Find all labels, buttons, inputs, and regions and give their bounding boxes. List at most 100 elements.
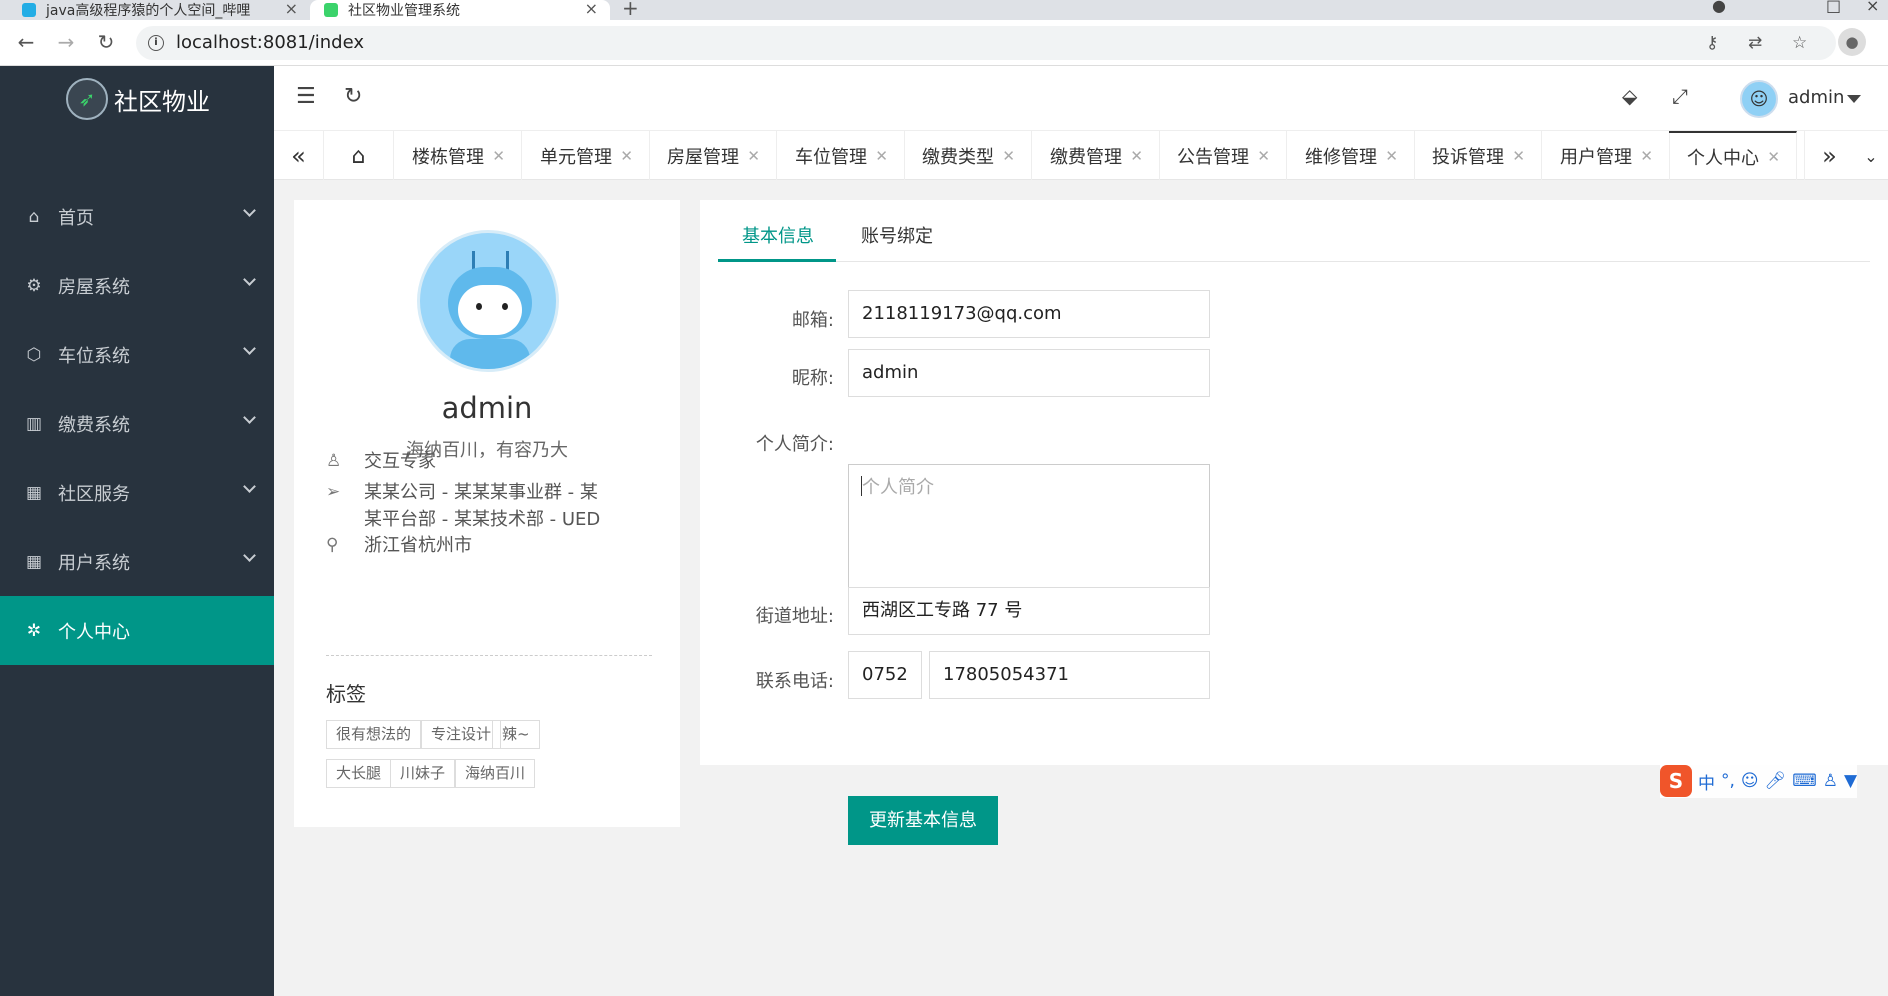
profile-role-row: ♙ 交互专家	[326, 448, 436, 475]
avatar-body	[450, 339, 530, 369]
sidebar-item-label: 个人中心	[58, 621, 130, 643]
main-content: admin 海纳百川，有容乃大 ♙ 交互专家 ➢ 某某公司 - 某某某事业群 -…	[274, 180, 1888, 996]
tab-complaint[interactable]: 投诉管理 ✕	[1414, 131, 1542, 181]
browser-tab[interactable]: java高级程序猿的个人空间_哔哩 ×	[14, 0, 310, 20]
address-field[interactable]: 西湖区工专路 77 号	[848, 587, 1210, 635]
browser-tab-active[interactable]: 社区物业管理系统 ×	[310, 0, 610, 20]
close-icon[interactable]: ✕	[492, 147, 505, 165]
close-icon[interactable]: ✕	[875, 147, 888, 165]
sidebar-item-service[interactable]: ▦ 社区服务	[0, 458, 274, 527]
keyboard-icon[interactable]: ⌨	[1792, 771, 1817, 791]
tab-repair[interactable]: 维修管理 ✕	[1287, 131, 1415, 181]
emoji-icon[interactable]: ☺	[1741, 771, 1759, 791]
profile-tag: 专注设计	[421, 720, 502, 749]
tabs-dropdown-icon[interactable]: ⌄	[1854, 131, 1888, 181]
email-label: 邮箱:	[791, 310, 834, 331]
key-icon[interactable]: ⚷	[1706, 33, 1718, 53]
phone-area-field[interactable]: 0752	[848, 651, 922, 699]
active-tab-indicator	[718, 259, 836, 262]
profile-role: 交互专家	[364, 451, 436, 472]
caret-down-icon[interactable]	[1847, 95, 1861, 103]
tab-fee[interactable]: 缴费管理 ✕	[1032, 131, 1160, 181]
star-icon[interactable]: ☆	[1792, 33, 1807, 53]
menu-toggle-icon[interactable]: ☰	[296, 84, 316, 109]
refresh-icon[interactable]: ↻	[344, 84, 362, 109]
close-icon[interactable]: ×	[585, 0, 598, 18]
close-icon[interactable]: ✕	[1002, 147, 1015, 165]
new-tab-icon[interactable]: +	[622, 0, 639, 20]
account-icon[interactable]: ●	[1838, 28, 1866, 56]
sidebar-item-label: 首页	[58, 207, 94, 229]
tab-unit[interactable]: 单元管理 ✕	[522, 131, 650, 181]
sidebar-item-label: 用户系统	[58, 552, 130, 574]
home-icon: ⌂	[28, 206, 40, 227]
sidebar: ➶ 社区物业 ⌂ 首页 ⚙ 房屋系统 ⬡ 车位系统 ▥ 缴费系统 ▦ 社区服务	[0, 66, 274, 996]
tab-basic-info[interactable]: 基本信息	[742, 222, 814, 248]
tab-profile[interactable]: 个人中心 ✕	[1669, 131, 1797, 181]
update-info-button[interactable]: 更新基本信息	[848, 796, 998, 845]
rocket-favicon-icon	[324, 3, 338, 17]
bio-textarea[interactable]: 个人简介	[848, 464, 1210, 588]
cube-icon: ⬡	[26, 344, 42, 365]
tab-fee-type[interactable]: 缴费类型 ✕	[904, 131, 1032, 181]
close-icon[interactable]: ✕	[747, 147, 760, 165]
tabs-scroll-left-icon[interactable]: «	[274, 131, 324, 181]
tab-label: 缴费类型	[922, 147, 994, 168]
sidebar-item-home[interactable]: ⌂ 首页	[0, 182, 274, 251]
close-icon[interactable]: ✕	[1257, 147, 1270, 165]
close-icon[interactable]: ✕	[620, 147, 633, 165]
tags-title: 标签	[326, 682, 366, 706]
profile-icon[interactable]: ●	[1712, 0, 1726, 15]
forward-icon[interactable]: →	[54, 30, 78, 54]
user-icon[interactable]: ♙	[1823, 771, 1838, 791]
tab-users[interactable]: 用户管理 ✕	[1542, 131, 1670, 181]
profile-tag: 川妹子	[390, 759, 456, 788]
sidebar-item-label: 车位系统	[58, 345, 130, 367]
user-icon: ♙	[326, 451, 342, 471]
tab-label: 单元管理	[540, 147, 612, 168]
chevron-down-icon	[243, 204, 256, 217]
translate-icon[interactable]: ⇄	[1748, 33, 1762, 53]
sidebar-item-parking[interactable]: ⬡ 车位系统	[0, 320, 274, 389]
sidebar-item-profile[interactable]: ✲ 个人中心	[0, 596, 274, 665]
microphone-icon[interactable]: 🎤︎	[1765, 771, 1787, 791]
home-tab-icon[interactable]: ⌂	[324, 131, 394, 181]
tab-parking[interactable]: 车位管理 ✕	[777, 131, 905, 181]
reload-icon[interactable]: ↻	[94, 30, 118, 54]
bio-placeholder: 个人简介	[862, 477, 934, 498]
nickname-field[interactable]: admin	[848, 349, 1210, 397]
phone-number-field[interactable]: 17805054371	[929, 651, 1210, 699]
divider	[326, 655, 652, 656]
tabs-scroll-right-icon[interactable]: »	[1804, 131, 1854, 181]
tab-account-binding[interactable]: 账号绑定	[861, 222, 933, 248]
close-icon[interactable]: ✕	[1130, 147, 1143, 165]
tab-building[interactable]: 楼栋管理 ✕	[394, 131, 522, 181]
tab-house[interactable]: 房屋管理 ✕	[649, 131, 777, 181]
url-field[interactable]: i localhost:8081/index ⚷ ⇄ ☆	[136, 26, 1836, 60]
back-icon[interactable]: ←	[14, 30, 38, 54]
close-icon[interactable]: ✕	[1767, 148, 1780, 166]
header-username[interactable]: admin	[1788, 87, 1844, 108]
sidebar-item-house[interactable]: ⚙ 房屋系统	[0, 251, 274, 320]
avatar[interactable]: ☺	[1740, 80, 1778, 118]
close-icon[interactable]: ✕	[1385, 147, 1398, 165]
tag-icon[interactable]: ⬙	[1622, 84, 1637, 108]
sidebar-item-payment[interactable]: ▥ 缴费系统	[0, 389, 274, 458]
close-icon[interactable]: ×	[285, 0, 298, 18]
tabs-divider	[718, 261, 1870, 262]
close-window-icon[interactable]: ×	[1866, 0, 1879, 15]
close-icon[interactable]: ✕	[1512, 147, 1525, 165]
tab-notice[interactable]: 公告管理 ✕	[1159, 131, 1287, 181]
close-icon[interactable]: ✕	[1640, 147, 1653, 165]
skin-icon[interactable]: ▼	[1844, 771, 1857, 791]
sidebar-item-users[interactable]: ▦ 用户系统	[0, 527, 274, 596]
punctuation-icon[interactable]: °,	[1721, 771, 1735, 791]
info-icon[interactable]: i	[148, 35, 164, 51]
sogou-icon[interactable]: S	[1660, 765, 1692, 797]
maximize-icon[interactable]: □	[1826, 0, 1841, 15]
fullscreen-icon[interactable]: ⤢	[1672, 84, 1688, 108]
chinese-mode-icon[interactable]: 中	[1698, 769, 1715, 794]
profile-org-row: ➢ 某某公司 - 某某某事业群 - 某某平台部 - 某某技术部 - UED	[326, 479, 626, 533]
email-field[interactable]: 2118119173@qq.com	[848, 290, 1210, 338]
tab-label: 用户管理	[1560, 147, 1632, 168]
